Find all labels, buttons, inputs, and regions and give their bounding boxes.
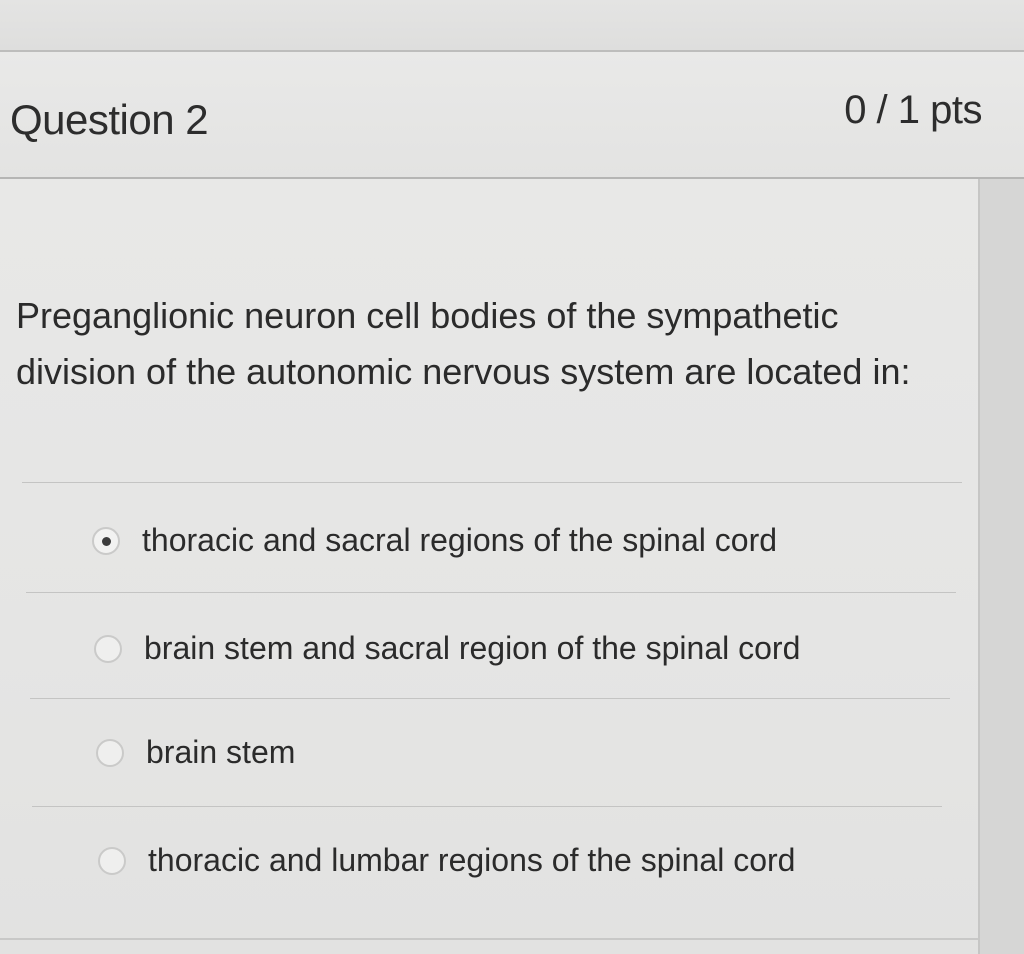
answer-option-3[interactable]: brain stem bbox=[96, 734, 295, 771]
answer-divider bbox=[32, 806, 942, 807]
question-title: Question 2 bbox=[10, 96, 209, 143]
radio-button[interactable] bbox=[98, 846, 126, 875]
answer-divider bbox=[30, 698, 950, 699]
radio-button[interactable] bbox=[94, 634, 122, 663]
answer-label: brain stem bbox=[146, 734, 296, 770]
answer-divider bbox=[26, 592, 956, 593]
radio-button-selected[interactable] bbox=[92, 526, 120, 555]
question-points: 0 / 1 pts bbox=[844, 88, 982, 132]
answer-label: thoracic and lumbar regions of the spina… bbox=[148, 842, 796, 878]
answer-option-4[interactable]: thoracic and lumbar regions of the spina… bbox=[98, 842, 795, 879]
answer-label: brain stem and sacral region of the spin… bbox=[144, 630, 801, 666]
question-text: Preganglionic neuron cell bodies of the … bbox=[16, 295, 911, 392]
radio-button[interactable] bbox=[96, 738, 124, 767]
card-bottom-border bbox=[0, 938, 978, 940]
answer-option-2[interactable]: brain stem and sacral region of the spin… bbox=[94, 630, 800, 667]
answer-label: thoracic and sacral regions of the spina… bbox=[142, 522, 778, 558]
page-right-margin bbox=[980, 179, 1024, 954]
answer-option-1[interactable]: thoracic and sacral regions of the spina… bbox=[92, 522, 777, 559]
page-top-band bbox=[0, 0, 1024, 50]
answers-top-divider bbox=[22, 482, 962, 483]
